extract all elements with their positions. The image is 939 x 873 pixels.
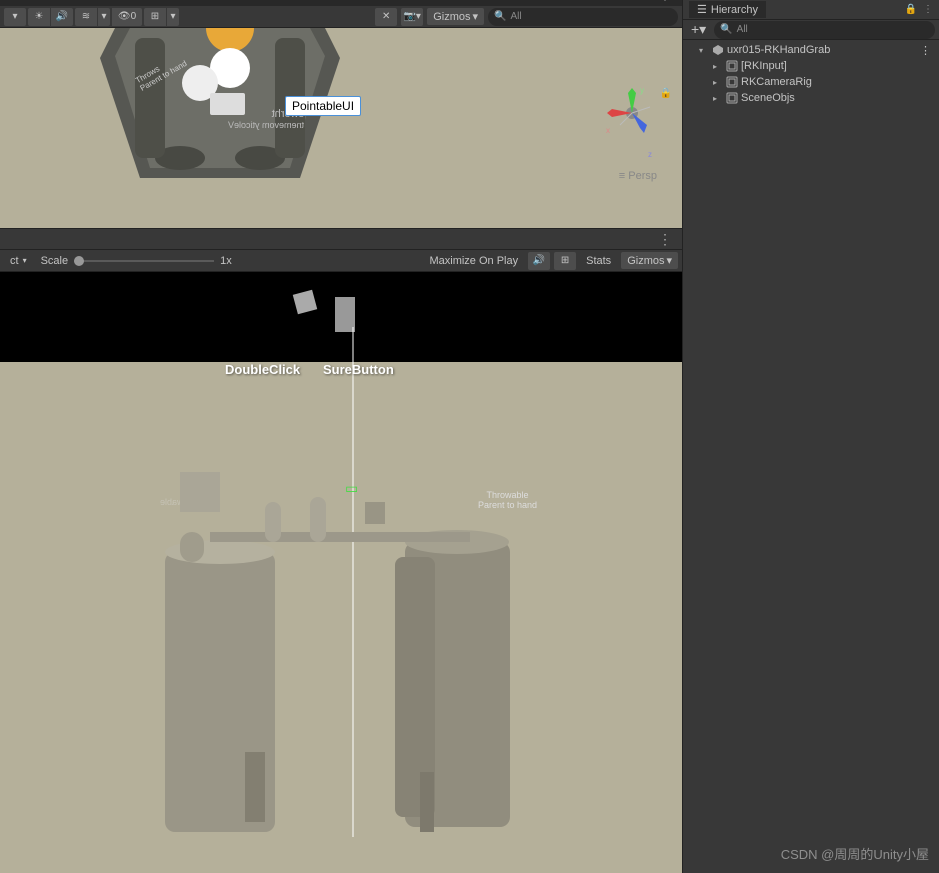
hierarchy-search[interactable]: 🔍 All — [714, 21, 935, 39]
context-menu-icon[interactable]: ⋮ — [920, 44, 935, 57]
add-button[interactable]: +▾ — [687, 21, 710, 38]
audio-toggle[interactable]: 🔊 — [51, 8, 73, 26]
context-menu-icon[interactable]: ⋮ — [923, 4, 933, 15]
stats-button[interactable]: Stats — [586, 255, 611, 267]
scene-search[interactable]: 🔍 All — [488, 8, 678, 26]
game-3d-model — [150, 472, 530, 842]
pointable-ui-label[interactable]: PointableUI — [285, 96, 361, 116]
gameobject-icon — [725, 75, 739, 89]
lock-icon[interactable]: 🔒 — [905, 4, 917, 15]
expand-arrow-icon[interactable]: ▾ — [699, 46, 709, 55]
tools-icon[interactable]: ✕ — [375, 8, 397, 26]
grid-toggle[interactable]: ⊞ — [144, 8, 166, 26]
fx-toggle[interactable]: ≋ — [75, 8, 97, 26]
game-gizmos-dropdown[interactable]: Gizmos▾ — [621, 252, 678, 269]
hierarchy-item[interactable]: ▸ [RKInput] — [683, 58, 939, 74]
perspective-label[interactable]: ≡ Persp — [619, 170, 657, 182]
game-toolbar: ct Scale 1x Maximize On Play 🔊 ⊞ Stats G… — [0, 250, 682, 272]
scene-viewport[interactable]: Throws Parent to hand sworht tnemevom yt… — [0, 28, 682, 228]
hierarchy-toolbar: +▾ 🔍 All — [683, 20, 939, 40]
tool-dropdown[interactable]: ▾ — [4, 8, 26, 26]
hierarchy-item[interactable]: ▸ RKCameraRig — [683, 74, 939, 90]
expand-arrow-icon[interactable]: ▸ — [713, 62, 723, 71]
hierarchy-tab[interactable]: ☰ Hierarchy — [689, 1, 766, 18]
vsync-icon[interactable]: ⊞ — [554, 252, 576, 270]
expand-arrow-icon[interactable]: ▸ — [713, 78, 723, 87]
doubleclick-label: DoubleClick — [225, 362, 300, 377]
mute-audio-icon[interactable]: 🔊 — [528, 252, 550, 270]
lighting-toggle[interactable]: ☀ — [28, 8, 50, 26]
search-icon: 🔍 — [494, 11, 506, 22]
camera-icon[interactable]: 📷▾ — [401, 8, 423, 26]
context-menu-icon[interactable]: ⋮ — [652, 231, 678, 248]
hierarchy-tab-bar: ☰ Hierarchy 🔒 ⋮ — [683, 0, 939, 20]
expand-arrow-icon[interactable]: ▸ — [713, 94, 723, 103]
visibility-toggle[interactable]: 👁0 — [112, 8, 142, 26]
aspect-dropdown[interactable]: ct — [4, 253, 33, 269]
game-viewport[interactable]: DoubleClick SureButton ▭ Throwable Paren… — [0, 272, 682, 873]
hierarchy-item[interactable]: ▸ SceneObjs — [683, 90, 939, 106]
watermark: CSDN @周周的Unity小屋 — [781, 844, 929, 863]
gizmos-dropdown[interactable]: Gizmos▾ — [427, 8, 484, 25]
hierarchy-icon: ☰ — [697, 3, 707, 16]
scene-toolbar: ▾ ☀ 🔊 ≋ ▾ 👁0 ⊞ ▾ ✕ 📷▾ Gizmos▾ 🔍 — [0, 6, 682, 28]
orientation-gizmo[interactable] — [602, 83, 662, 143]
search-icon: 🔍 — [720, 24, 732, 35]
maximize-on-play[interactable]: Maximize On Play — [429, 255, 518, 267]
lock-icon[interactable]: 🔒 — [660, 88, 672, 99]
hierarchy-tree: ▾ uxr015-RKHandGrab ⋮ ▸ [RKInput] ▸ RKCa… — [683, 40, 939, 873]
context-menu-icon[interactable]: ⋮ — [652, 0, 678, 3]
grid-dropdown[interactable]: ▾ — [167, 8, 179, 26]
gameobject-icon — [725, 59, 739, 73]
gameobject-icon — [725, 91, 739, 105]
scale-slider[interactable]: Scale 1x — [41, 255, 232, 267]
unity-scene-icon — [711, 43, 725, 57]
game-tab-bar: ⋮ — [0, 228, 682, 250]
fx-dropdown[interactable]: ▾ — [98, 8, 110, 26]
surebutton-label: SureButton — [323, 362, 394, 377]
scene-root[interactable]: ▾ uxr015-RKHandGrab ⋮ — [683, 42, 939, 58]
